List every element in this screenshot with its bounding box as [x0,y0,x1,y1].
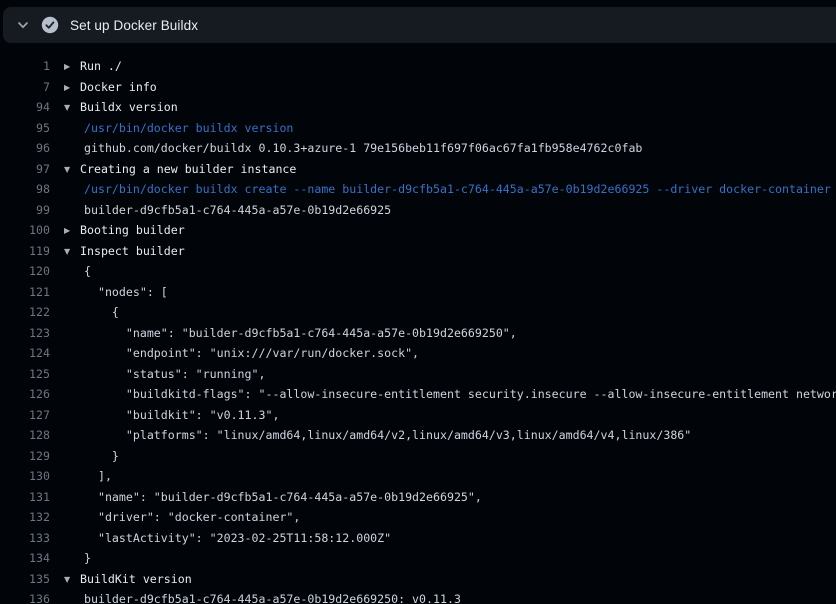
triangle-right-icon[interactable]: ▶ [64,221,80,241]
triangle-down-icon[interactable]: ▼ [64,160,80,180]
triangle-down-icon[interactable]: ▼ [64,98,80,118]
line-number[interactable]: 98 [0,179,50,200]
line-number[interactable]: 119 [0,241,50,262]
group-title: ▼Creating a new builder instance [50,159,836,180]
chevron-down-icon[interactable] [16,18,30,32]
line-number[interactable]: 135 [0,569,50,590]
log-text: github.com/docker/buildx 0.10.3+azure-1 … [50,138,836,159]
line-number[interactable]: 123 [0,323,50,344]
line-number[interactable]: 125 [0,364,50,385]
actions-log-viewer: Set up Docker Buildx 1▶Run ./7▶Docker in… [0,0,836,604]
log-line: 128 "platforms": "linux/amd64,linux/amd6… [0,425,836,446]
log-line: 126 "buildkitd-flags": "--allow-insecure… [0,384,836,405]
line-number[interactable]: 122 [0,302,50,323]
line-number[interactable]: 99 [0,200,50,221]
line-number[interactable]: 132 [0,507,50,528]
log-group-row[interactable]: 135▼BuildKit version [0,569,836,590]
log-text: builder-d9cfb5a1-c764-445a-a57e-0b19d2e6… [50,200,836,221]
log-line: 134} [0,548,836,569]
log-container[interactable]: 1▶Run ./7▶Docker info94▼Buildx version95… [0,43,836,604]
line-number[interactable]: 130 [0,466,50,487]
log-line: 121 "nodes": [ [0,282,836,303]
log-group-row[interactable]: 7▶Docker info [0,77,836,98]
log-group-row[interactable]: 97▼Creating a new builder instance [0,159,836,180]
log-text: "driver": "docker-container", [50,507,836,528]
log-line: 132 "driver": "docker-container", [0,507,836,528]
log-group-row[interactable]: 100▶Booting builder [0,220,836,241]
line-number[interactable]: 7 [0,77,50,98]
triangle-right-icon[interactable]: ▶ [64,78,80,98]
line-number[interactable]: 121 [0,282,50,303]
log-line: 120{ [0,261,836,282]
log-line: 122 { [0,302,836,323]
line-number[interactable]: 1 [0,56,50,77]
log-text: ], [50,466,836,487]
log-text: /usr/bin/docker buildx create --name bui… [50,179,836,200]
log-line: 95/usr/bin/docker buildx version [0,118,836,139]
group-title: ▶Booting builder [50,220,836,241]
line-number[interactable]: 124 [0,343,50,364]
triangle-right-icon[interactable]: ▶ [64,57,80,77]
triangle-down-icon[interactable]: ▼ [64,570,80,590]
log-line: 136builder-d9cfb5a1-c764-445a-a57e-0b19d… [0,589,836,604]
group-title: ▶Docker info [50,77,836,98]
log-text: } [50,446,836,467]
group-title: ▼Inspect builder [50,241,836,262]
log-line: 131 "name": "builder-d9cfb5a1-c764-445a-… [0,487,836,508]
line-number[interactable]: 128 [0,425,50,446]
log-text: "name": "builder-d9cfb5a1-c764-445a-a57e… [50,323,836,344]
log-text: /usr/bin/docker buildx version [50,118,836,139]
line-number[interactable]: 97 [0,159,50,180]
log-line: 125 "status": "running", [0,364,836,385]
line-number[interactable]: 120 [0,261,50,282]
log-text: } [50,548,836,569]
line-number[interactable]: 134 [0,548,50,569]
log-line: 99builder-d9cfb5a1-c764-445a-a57e-0b19d2… [0,200,836,221]
check-circle-icon [41,16,59,34]
log-text: "buildkit": "v0.11.3", [50,405,836,426]
log-text: "nodes": [ [50,282,836,303]
line-number[interactable]: 127 [0,405,50,426]
line-number[interactable]: 94 [0,97,50,118]
group-title: ▼Buildx version [50,97,836,118]
group-title: ▼BuildKit version [50,569,836,590]
log-line: 127 "buildkit": "v0.11.3", [0,405,836,426]
log-text: "status": "running", [50,364,836,385]
line-number[interactable]: 129 [0,446,50,467]
log-line: 123 "name": "builder-d9cfb5a1-c764-445a-… [0,323,836,344]
log-line: 98/usr/bin/docker buildx create --name b… [0,179,836,200]
log-text: "lastActivity": "2023-02-25T11:58:12.000… [50,528,836,549]
line-number[interactable]: 126 [0,384,50,405]
log-line: 124 "endpoint": "unix:///var/run/docker.… [0,343,836,364]
log-line: 130 ], [0,466,836,487]
log-group-row[interactable]: 1▶Run ./ [0,56,836,77]
line-number[interactable]: 95 [0,118,50,139]
triangle-down-icon[interactable]: ▼ [64,242,80,262]
group-title: ▶Run ./ [50,56,836,77]
log-line: 96github.com/docker/buildx 0.10.3+azure-… [0,138,836,159]
log-text: { [50,261,836,282]
line-number[interactable]: 96 [0,138,50,159]
log-group-row[interactable]: 119▼Inspect builder [0,241,836,262]
log-text: "buildkitd-flags": "--allow-insecure-ent… [50,384,836,405]
log-text: builder-d9cfb5a1-c764-445a-a57e-0b19d2e6… [50,589,836,604]
log-text: "name": "builder-d9cfb5a1-c764-445a-a57e… [50,487,836,508]
line-number[interactable]: 133 [0,528,50,549]
log-group-row[interactable]: 94▼Buildx version [0,97,836,118]
line-number[interactable]: 100 [0,220,50,241]
log-line: 133 "lastActivity": "2023-02-25T11:58:12… [0,528,836,549]
log-text: "platforms": "linux/amd64,linux/amd64/v2… [50,425,836,446]
log-text: { [50,302,836,323]
step-header[interactable]: Set up Docker Buildx [3,7,836,43]
log-line: 129 } [0,446,836,467]
log-text: "endpoint": "unix:///var/run/docker.sock… [50,343,836,364]
line-number[interactable]: 136 [0,589,50,604]
step-title: Set up Docker Buildx [70,18,198,33]
line-number[interactable]: 131 [0,487,50,508]
